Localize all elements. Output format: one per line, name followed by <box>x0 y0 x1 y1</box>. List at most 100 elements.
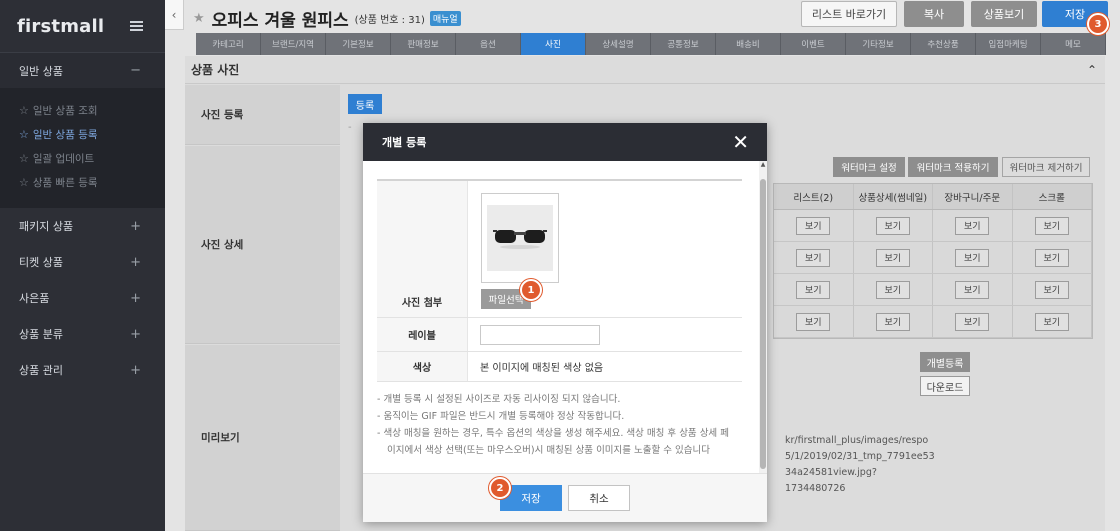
copy-button[interactable]: 복사 <box>904 1 964 27</box>
label-row: 레이블 <box>377 318 742 352</box>
view-button[interactable]: 보기 <box>955 312 990 331</box>
tab-sales[interactable]: 판매정보 <box>391 33 456 55</box>
nav-group-ticket[interactable]: 티켓 상품 + <box>0 244 165 280</box>
chevron-up-icon[interactable]: ⌃ <box>1087 63 1097 77</box>
tab-shipping[interactable]: 배송비 <box>716 33 781 55</box>
grid-header-cell: 리스트(2) <box>774 184 854 209</box>
tab-etc[interactable]: 기타정보 <box>846 33 911 55</box>
view-button[interactable]: 보기 <box>1034 248 1069 267</box>
star-icon: ☆ <box>19 127 29 141</box>
star-icon: ☆ <box>19 151 29 165</box>
tab-common[interactable]: 공통정보 <box>651 33 716 55</box>
tab-basic[interactable]: 기본정보 <box>326 33 391 55</box>
color-row: 색상 본 이미지에 매칭된 색상 없음 <box>377 352 742 382</box>
subnav-item-register[interactable]: ☆ 일반 상품 등록 <box>0 122 165 146</box>
view-button[interactable]: 보기 <box>955 216 990 235</box>
tab-marketing[interactable]: 입점마케팅 <box>976 33 1041 55</box>
view-button[interactable]: 보기 <box>796 280 831 299</box>
section-header: 상품 사진 ⌃ <box>185 56 1105 84</box>
sunglasses-icon <box>493 230 547 249</box>
download-button[interactable]: 다운로드 <box>920 376 970 396</box>
register-button[interactable]: 등록 <box>348 94 382 114</box>
individual-register-button[interactable]: 개별등록 <box>920 352 970 372</box>
nav-group-gift[interactable]: 사은품 + <box>0 280 165 316</box>
label-cell <box>468 318 742 351</box>
photo-attach-label: 사진 첨부 <box>377 181 468 317</box>
nav-group-label: 상품 분류 <box>19 328 63 341</box>
logo[interactable]: firstmall <box>17 16 104 37</box>
page-title-row: ★ 오피스 겨울 원피스 (상품 번호 : 31) 매뉴얼 <box>193 6 461 31</box>
expand-icon: + <box>130 326 141 342</box>
grid-row: 보기 보기 보기 보기 <box>774 274 1092 306</box>
list-shortcut-button[interactable]: 리스트 바로가기 <box>801 1 897 27</box>
view-button[interactable]: 보기 <box>1034 312 1069 331</box>
grid-header: 리스트(2) 상품상세(썸네일) 장바구니/주문 스크롤 <box>774 184 1092 210</box>
view-button[interactable]: 보기 <box>796 216 831 235</box>
watermark-apply-button[interactable]: 워터마크 적용하기 <box>908 157 998 177</box>
manual-badge[interactable]: 매뉴얼 <box>429 11 461 26</box>
view-button[interactable]: 보기 <box>875 280 910 299</box>
view-button[interactable]: 보기 <box>1034 216 1069 235</box>
modal-header: 개별 등록 ✕ <box>363 123 767 161</box>
view-button[interactable]: 보기 <box>796 248 831 267</box>
nav-group-general-products[interactable]: 일반 상품 − <box>0 52 165 88</box>
modal-title: 개별 등록 <box>382 136 427 149</box>
brand-bar: firstmall <box>0 0 165 52</box>
modal-scrollbar[interactable]: ▲ <box>759 161 767 473</box>
subnav-item-bulk-update[interactable]: ☆ 일괄 업데이트 <box>0 146 165 170</box>
tab-brand[interactable]: 브랜드/지역 <box>261 33 326 55</box>
note-item: - 움직이는 GIF 파일은 반드시 개별 등록해야 정상 작동합니다. <box>377 411 625 422</box>
collapse-icon: − <box>130 63 141 78</box>
thumbnail-preview <box>481 193 559 283</box>
step-marker-1: 1 <box>520 279 542 301</box>
view-product-button[interactable]: 상품보기 <box>971 1 1037 27</box>
step-marker-3: 3 <box>1087 13 1109 35</box>
favorite-star-icon[interactable]: ★ <box>193 11 205 26</box>
expand-icon: + <box>130 254 141 270</box>
nav-group-package[interactable]: 패키지 상품 + <box>0 208 165 244</box>
color-value: 본 이미지에 매칭된 색상 없음 <box>480 363 604 374</box>
sunglasses-image <box>487 205 553 271</box>
view-button[interactable]: 보기 <box>875 312 910 331</box>
tab-memo[interactable]: 메모 <box>1041 33 1106 55</box>
nav-group-label: 티켓 상품 <box>19 256 63 269</box>
view-button[interactable]: 보기 <box>955 248 990 267</box>
tab-bar: 카테고리 브랜드/지역 기본정보 판매정보 옵션 사진 상세설명 공통정보 배송… <box>196 33 1106 55</box>
tab-photos[interactable]: 사진 <box>521 33 586 55</box>
step-marker-2: 2 <box>489 477 511 499</box>
sidebar-toggle-chevron-icon[interactable]: ‹ <box>165 0 184 30</box>
view-button[interactable]: 보기 <box>796 312 831 331</box>
label-input[interactable] <box>480 324 600 345</box>
nav-group-management[interactable]: 상품 관리 + <box>0 352 165 388</box>
view-button[interactable]: 보기 <box>875 216 910 235</box>
scroll-up-icon[interactable]: ▲ <box>759 161 767 171</box>
tab-recommend[interactable]: 추천상품 <box>911 33 976 55</box>
watermark-remove-button[interactable]: 워터마크 제거하기 <box>1002 157 1090 177</box>
star-icon: ☆ <box>19 175 29 189</box>
sidebar: firstmall 일반 상품 − ☆ 일반 상품 조회 ☆ 일반 상품 등록 ☆ 일… <box>0 0 165 531</box>
tab-category[interactable]: 카테고리 <box>196 33 261 55</box>
tab-options[interactable]: 옵션 <box>456 33 521 55</box>
view-button[interactable]: 보기 <box>1034 280 1069 299</box>
view-button[interactable]: 보기 <box>955 280 990 299</box>
tab-event[interactable]: 이벤트 <box>781 33 846 55</box>
label-preview: 미리보기 <box>185 345 340 531</box>
view-button[interactable]: 보기 <box>875 248 910 267</box>
scrollbar-thumb[interactable] <box>760 179 766 469</box>
watermark-settings-button[interactable]: 워터마크 설정 <box>833 157 905 177</box>
note-item: - 개별 등록 시 설정된 사이즈로 자동 리사이징 되지 않습니다. <box>377 394 621 405</box>
note-item: - 색상 매칭을 원하는 경우, 특수 옵션의 색상을 생성 해주세요. 색상 … <box>377 428 729 456</box>
close-icon[interactable]: ✕ <box>732 132 749 152</box>
label-label: 레이블 <box>377 318 468 351</box>
grid-row: 보기 보기 보기 보기 <box>774 242 1092 274</box>
subnav-item-quick-register[interactable]: ☆ 상품 빠른 등록 <box>0 170 165 194</box>
modal-cancel-button[interactable]: 취소 <box>568 485 630 511</box>
label-photo-detail: 사진 상세 <box>185 146 340 344</box>
menu-icon[interactable] <box>130 21 143 31</box>
tab-description[interactable]: 상세설명 <box>586 33 651 55</box>
grid-row: 보기 보기 보기 보기 <box>774 210 1092 242</box>
grid-header-cell: 장바구니/주문 <box>933 184 1013 209</box>
subnav-item-list[interactable]: ☆ 일반 상품 조회 <box>0 98 165 122</box>
subnav: ☆ 일반 상품 조회 ☆ 일반 상품 등록 ☆ 일괄 업데이트 ☆ 상품 빠른 등록 <box>0 88 165 208</box>
nav-group-category[interactable]: 상품 분류 + <box>0 316 165 352</box>
